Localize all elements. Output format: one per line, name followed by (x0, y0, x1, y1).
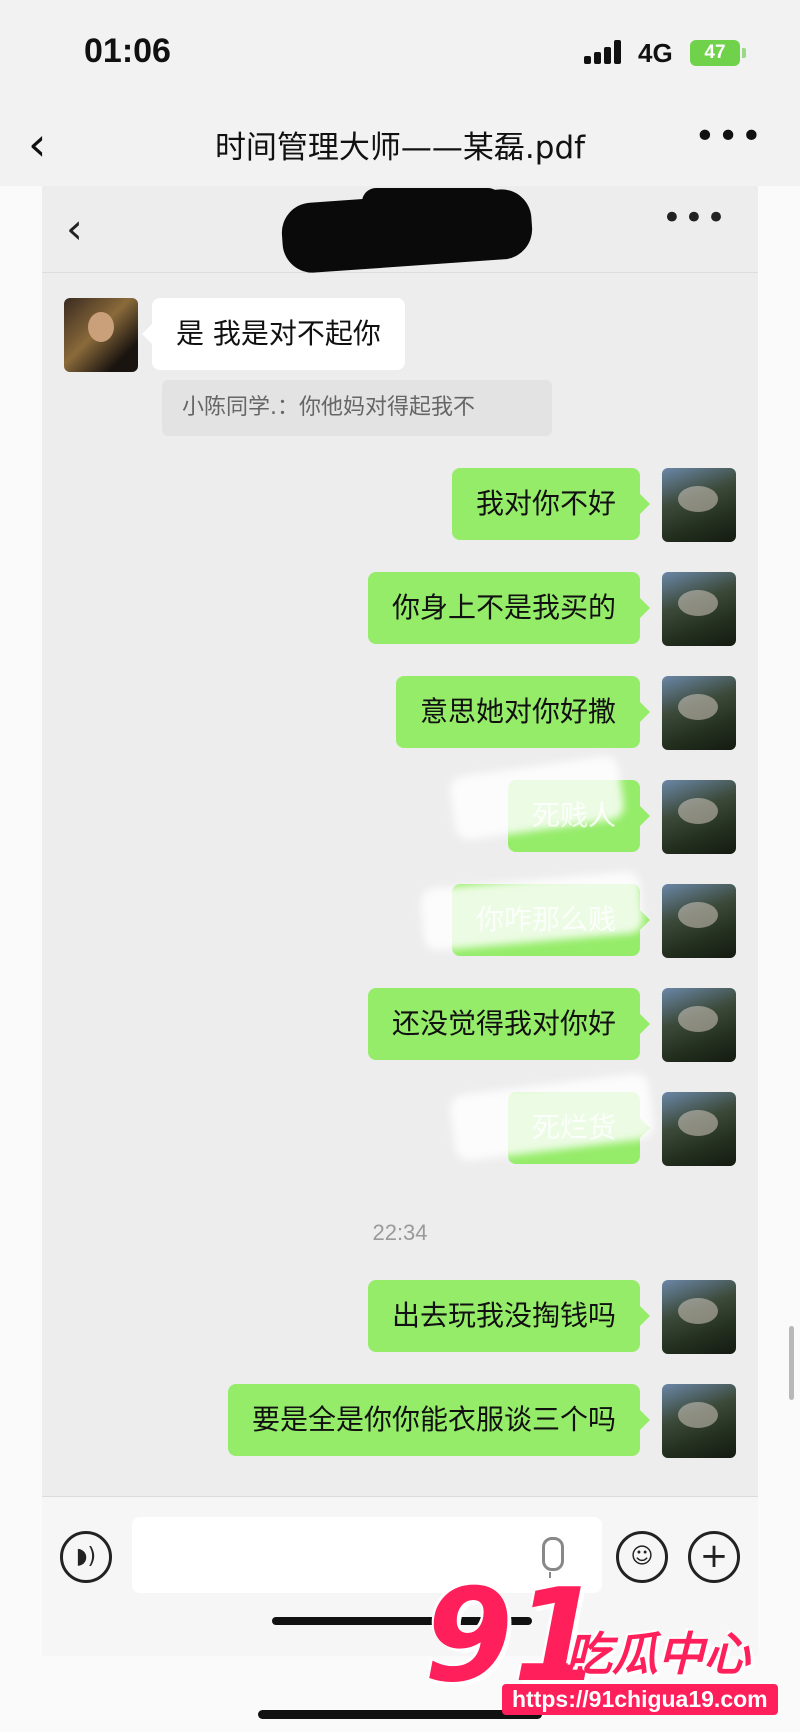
watermark: 91 吃瓜中心 https://91chigua19.com (424, 1572, 784, 1732)
status-bar: 01:06 4G 47 (0, 0, 800, 100)
watermark-url: https://91chigua19.com (502, 1684, 778, 1715)
own-avatar (662, 572, 736, 646)
chat-nav-bar: ‹ ••• (42, 186, 758, 275)
outer-nav-bar: ‹ 时间管理大师——某磊.pdf ••• (0, 100, 800, 186)
battery-level: 47 (704, 42, 726, 63)
own-avatar (662, 676, 736, 750)
own-avatar (662, 1384, 736, 1458)
battery-icon: 47 (690, 40, 746, 66)
contact-avatar (64, 298, 138, 372)
more-icon[interactable]: ••• (694, 116, 764, 157)
outgoing-message: 要是全是你你能衣服谈三个吗 (227, 1384, 651, 1456)
outgoing-message: 出去玩我没掏钱吗 (367, 1280, 651, 1352)
redaction-mark (362, 188, 502, 218)
outgoing-message: 意思她对你好撒 (395, 676, 651, 748)
outgoing-message: 我对你不好 (451, 468, 651, 540)
pdf-viewer[interactable]: ‹ ••• 是 我是对不起你 小陈同学.：你他妈对得起我不 我对你不好 你身上不… (0, 186, 800, 1732)
voice-icon: ◗) (60, 1531, 112, 1583)
chat-more-icon: ••• (661, 198, 728, 238)
own-avatar (662, 468, 736, 542)
own-avatar (662, 1092, 736, 1166)
own-avatar (662, 1280, 736, 1354)
chat-timestamp: 22:34 (372, 1220, 428, 1245)
document-title: 时间管理大师——某磊.pdf (214, 130, 586, 166)
own-avatar (662, 780, 736, 854)
watermark-brand: 吃瓜中心 (566, 1627, 750, 1681)
own-avatar (662, 884, 736, 958)
chat-back-icon: ‹ (66, 204, 83, 253)
own-avatar (662, 988, 736, 1062)
outgoing-message: 你身上不是我买的 (367, 572, 651, 644)
quoted-message: 小陈同学.：你他妈对得起我不 (162, 380, 552, 436)
incoming-message: 是 我是对不起你 (142, 298, 405, 370)
outgoing-message: 还没觉得我对你好 (367, 988, 651, 1060)
signal-icon (584, 40, 626, 64)
network-type: 4G (638, 38, 673, 68)
pdf-scrollbar[interactable] (789, 1326, 794, 1400)
status-time: 01:06 (84, 32, 171, 70)
pdf-page-screenshot: ‹ ••• 是 我是对不起你 小陈同学.：你他妈对得起我不 我对你不好 你身上不… (42, 186, 758, 1656)
